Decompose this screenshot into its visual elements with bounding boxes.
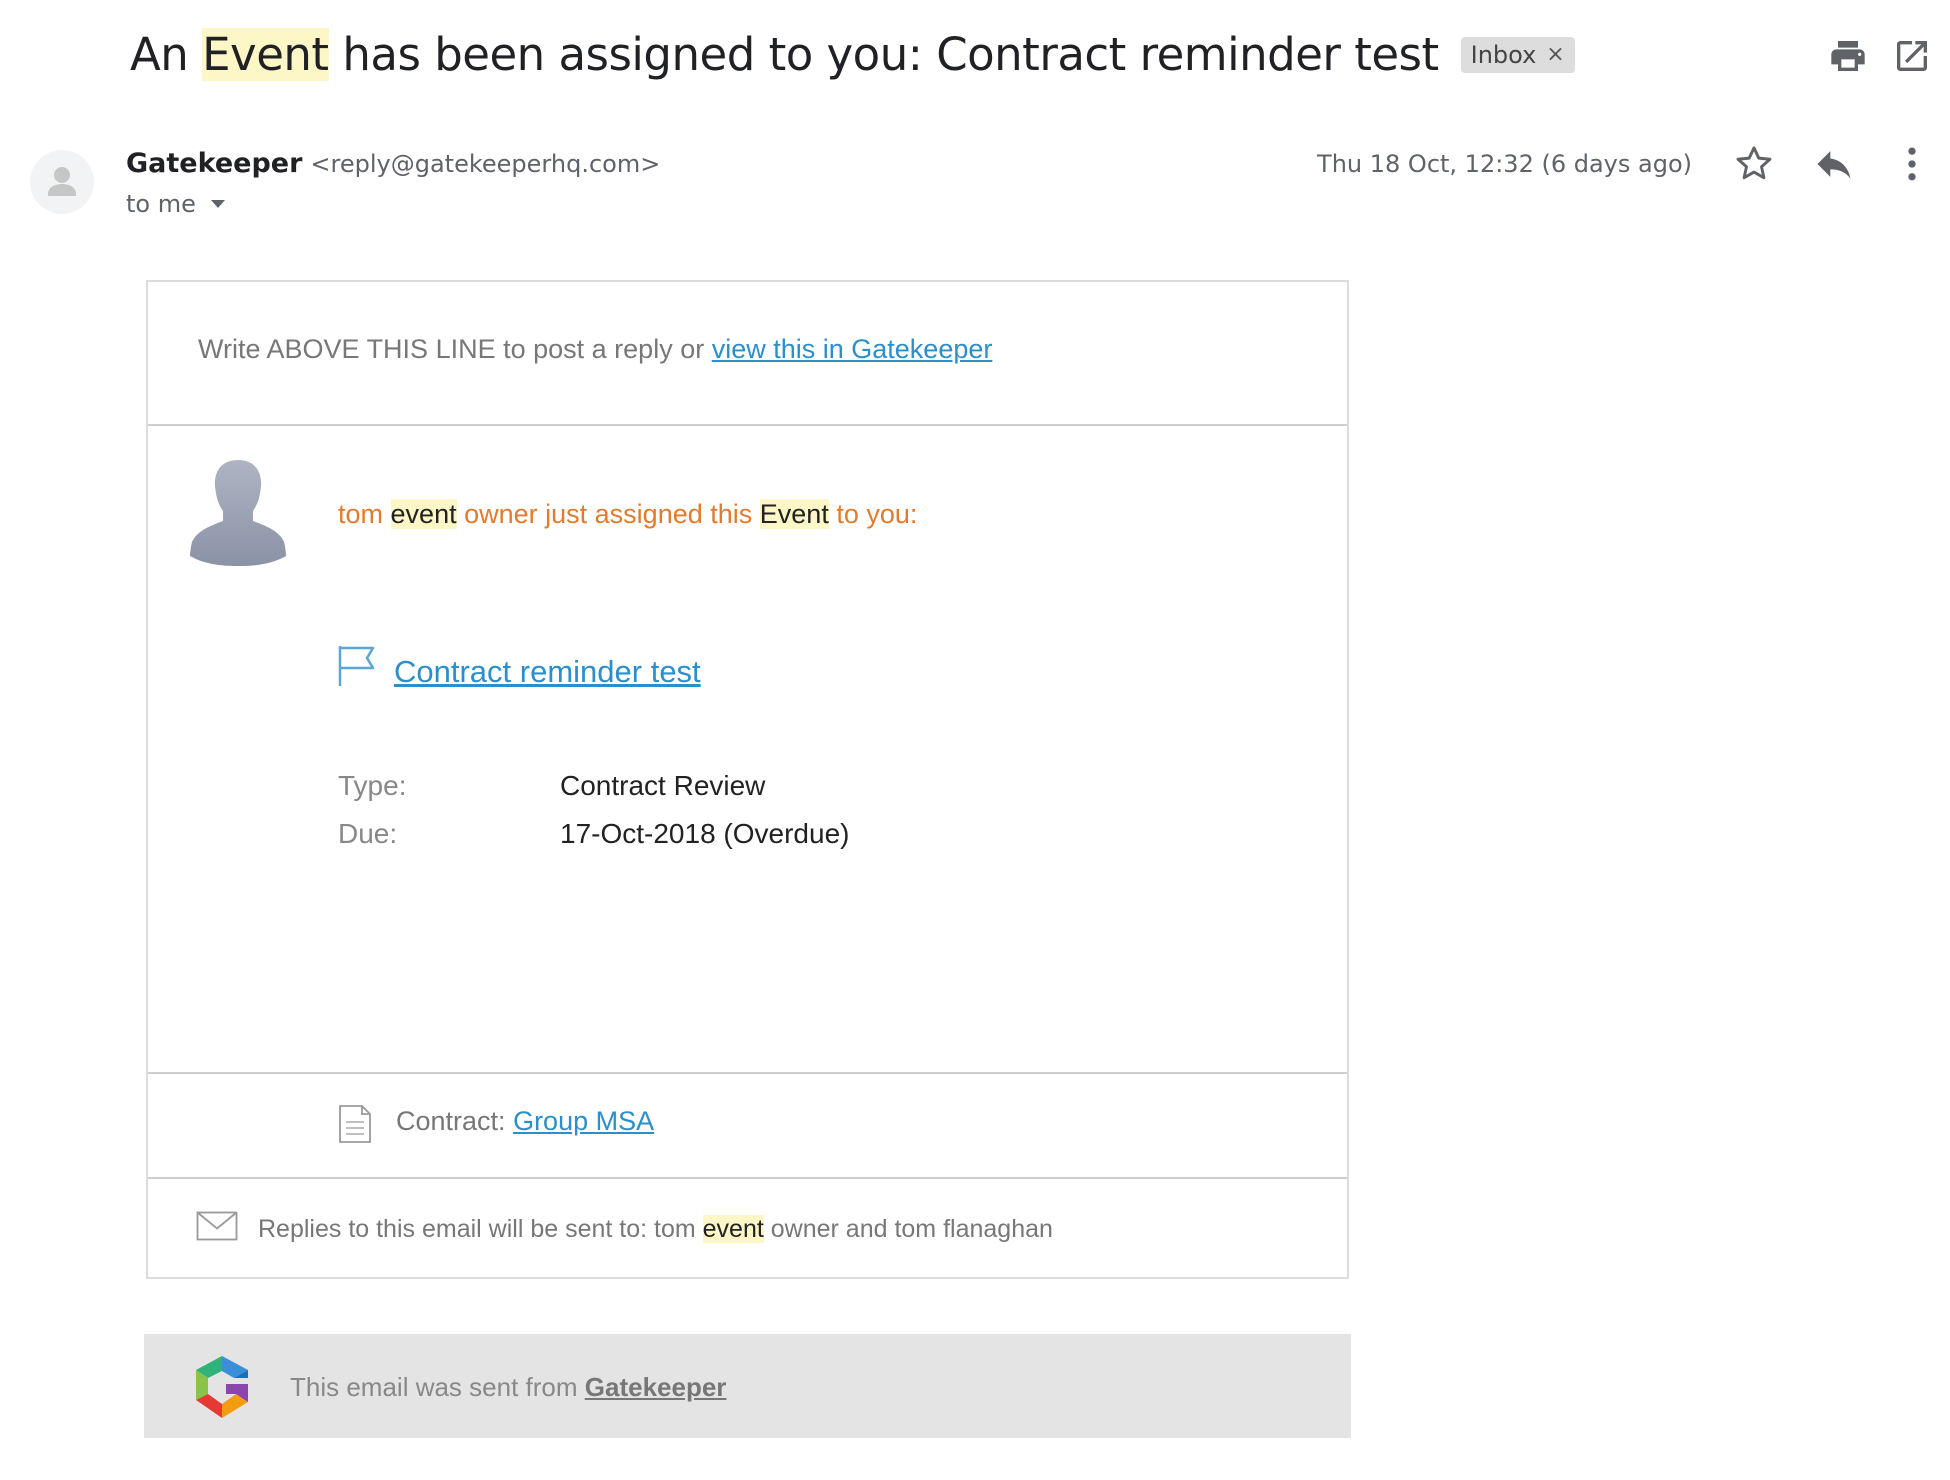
sender: Gatekeeper <reply@gatekeeperhq.com>: [126, 148, 660, 179]
star-icon[interactable]: [1732, 142, 1776, 186]
envelope-icon: [196, 1211, 238, 1241]
contract-link[interactable]: Group MSA: [513, 1106, 654, 1136]
gatekeeper-footer: This email was sent from Gatekeeper: [144, 1334, 1351, 1438]
assignment-message: tom event owner just assigned this Event…: [338, 499, 917, 530]
recipient-text: to me: [126, 190, 196, 218]
more-vert-icon[interactable]: [1890, 142, 1934, 186]
footer-gatekeeper-link[interactable]: Gatekeeper: [585, 1372, 727, 1402]
type-value: Contract Review: [560, 770, 766, 801]
assigner-highlight: event: [390, 499, 457, 529]
email-timestamp: Thu 18 Oct, 12:32 (6 days ago): [1317, 150, 1692, 178]
print-icon[interactable]: [1828, 36, 1868, 76]
open-in-new-window-icon[interactable]: [1892, 36, 1932, 76]
email-body-card: Write ABOVE THIS LINE to post a reply or…: [146, 280, 1349, 1279]
sender-name: Gatekeeper: [126, 148, 303, 179]
footer-message: This email was sent from Gatekeeper: [290, 1372, 726, 1403]
replies-recipients: Replies to this email will be sent to: t…: [258, 1215, 1053, 1244]
due-label: Due:: [338, 818, 398, 849]
remove-label-button[interactable]: ×: [1546, 42, 1564, 67]
default-avatar-icon: [48, 167, 76, 196]
sender-avatar: [30, 150, 94, 214]
replies-section: Replies to this email will be sent to: t…: [148, 1177, 1347, 1279]
replies-highlight: event: [702, 1215, 764, 1243]
reply-instruction: Write ABOVE THIS LINE to post a reply or…: [198, 334, 992, 365]
inbox-label-text: Inbox: [1470, 40, 1537, 69]
due-value: 17-Oct-2018 (Overdue): [560, 818, 850, 849]
inbox-label-chip: Inbox ×: [1460, 36, 1575, 73]
contract-section: Contract: Group MSA: [148, 1072, 1347, 1179]
person-silhouette-icon: [190, 460, 286, 566]
subject-rest: has been assigned to you: Contract remin…: [342, 28, 1439, 81]
reply-instruction-text: Write ABOVE THIS LINE to post a reply or: [198, 334, 705, 364]
recipient-details-toggle[interactable]: to me: [126, 190, 226, 218]
contract-reference: Contract: Group MSA: [396, 1106, 654, 1137]
subject-highlight: Event: [202, 28, 329, 81]
event-highlight: Event: [759, 499, 829, 529]
footer-text: This email was sent from: [290, 1372, 578, 1402]
type-label: Type:: [338, 770, 407, 801]
event-title-link[interactable]: Contract reminder test: [394, 654, 701, 690]
reply-icon[interactable]: [1812, 142, 1856, 186]
flag-icon: [338, 646, 375, 686]
caret-down-icon[interactable]: [210, 199, 226, 209]
document-icon: [339, 1105, 371, 1143]
sender-email: <reply@gatekeeperhq.com>: [310, 150, 661, 178]
reply-instruction-section: Write ABOVE THIS LINE to post a reply or…: [148, 282, 1347, 426]
assign-mid: owner just assigned this: [464, 499, 753, 529]
email-subject: An Event has been assigned to you: Contr…: [130, 28, 1575, 81]
replies-text-end: owner and tom flanaghan: [770, 1215, 1053, 1243]
assign-end: to you:: [836, 499, 918, 529]
view-in-gatekeeper-link[interactable]: view this in Gatekeeper: [712, 334, 993, 364]
event-assignment-section: tom event owner just assigned this Event…: [148, 424, 1347, 1074]
contract-label: Contract:: [396, 1106, 506, 1136]
replies-text-start: Replies to this email will be sent to: t…: [258, 1215, 696, 1243]
assigner-first: tom: [338, 499, 384, 529]
subject-prefix: An: [130, 28, 189, 81]
gatekeeper-logo-icon: [196, 1356, 248, 1418]
